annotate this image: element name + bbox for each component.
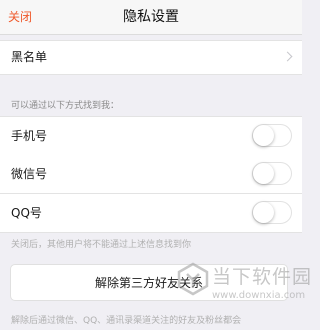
- navigation-bar: 关闭 隐私设置: [0, 0, 302, 35]
- chevron-right-icon: [282, 51, 293, 62]
- phone-number-row: 手机号: [0, 116, 302, 156]
- qq-number-label: QQ号: [11, 206, 42, 220]
- phone-number-label: 手机号: [11, 129, 48, 143]
- remove-third-party-friends-button[interactable]: 解除第三方好友关系: [10, 264, 288, 301]
- toggle-knob: [253, 163, 274, 184]
- toggle-knob: [253, 125, 274, 146]
- qq-number-toggle[interactable]: [252, 201, 292, 224]
- unbind-footnote: 解除后通过微信、QQ、通讯录渠道关注的好友及粉丝都会: [11, 316, 242, 326]
- find-me-footnote: 关闭后，其他用户将不能通过上述信息找到你: [11, 240, 192, 250]
- blacklist-label: 黑名单: [11, 50, 48, 64]
- wechat-id-toggle[interactable]: [252, 162, 292, 185]
- find-me-section-header: 可以通过以下方式找到我：: [11, 101, 120, 111]
- blacklist-row[interactable]: 黑名单: [0, 40, 302, 75]
- wechat-id-label: 微信号: [11, 167, 48, 181]
- qq-number-row: QQ号: [0, 194, 302, 233]
- wechat-id-row: 微信号: [0, 155, 302, 194]
- toggle-knob: [253, 202, 274, 223]
- phone-number-toggle[interactable]: [252, 124, 292, 147]
- page-title: 隐私设置: [123, 9, 179, 25]
